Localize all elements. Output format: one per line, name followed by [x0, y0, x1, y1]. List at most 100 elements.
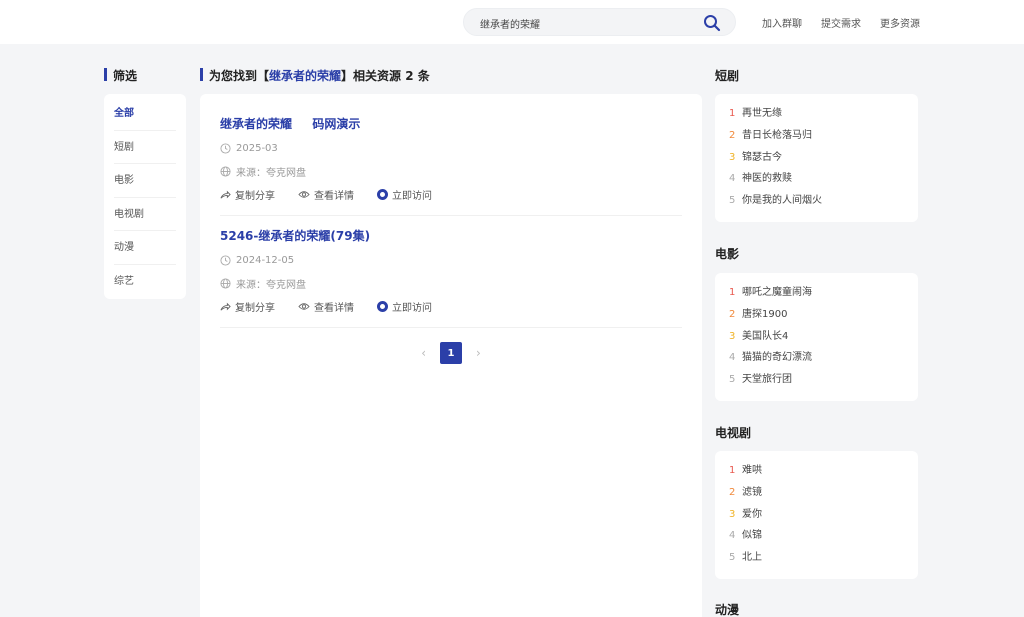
page-button-current[interactable]: 1	[440, 342, 462, 364]
filter-item-anime[interactable]: 动漫	[114, 231, 176, 265]
rank-number: 2	[729, 308, 736, 320]
result-source: 来源：夸克网盘	[220, 164, 682, 179]
search-icon	[704, 15, 721, 32]
ranking-item[interactable]: 3 锦瑟古今	[729, 147, 904, 169]
view-detail-button[interactable]: 查看详情	[298, 187, 354, 202]
filter-item-tv-series[interactable]: 电视剧	[114, 198, 176, 231]
copy-share-label: 复制分享	[235, 190, 275, 202]
eye-icon	[298, 190, 310, 198]
ranking-item[interactable]: 5 你是我的人间烟火	[729, 190, 904, 212]
next-page-button[interactable]: ›	[476, 346, 481, 360]
globe-icon	[220, 165, 231, 177]
view-detail-label: 查看详情	[314, 302, 354, 314]
rank-number: 3	[729, 151, 736, 163]
copy-share-button[interactable]: 复制分享	[220, 187, 275, 202]
ranking-item-title: 你是我的人间烟火	[742, 195, 822, 207]
top-bar: 加入群聊 提交需求 更多资源	[0, 0, 1024, 44]
ranking-item-title: 再世无缘	[742, 108, 782, 119]
visit-now-label: 立即访问	[392, 190, 432, 202]
results-panel: 继承者的荣耀 码网演示 2025-03 来源：夸克网盘 复制分享 查看详情 立即…	[200, 94, 702, 617]
ranking-item-title: 哪吒之魔童闹海	[742, 287, 812, 298]
result-actions: 复制分享 查看详情 立即访问	[220, 299, 682, 314]
ranking-item-title: 唐探1900	[742, 308, 788, 320]
ranking-item[interactable]: 1 哪吒之魔童闹海	[729, 282, 904, 304]
view-detail-button[interactable]: 查看详情	[298, 299, 354, 314]
ranking-title-anime: 动漫	[715, 603, 740, 617]
ranking-item[interactable]: 3 美国队长4	[729, 326, 904, 348]
ranking-item[interactable]: 5 天堂旅行团	[729, 369, 904, 391]
ranking-item-title: 美国队长4	[742, 330, 789, 342]
ranking-item-title: 爱你	[742, 508, 762, 520]
result-source: 来源：夸克网盘	[220, 276, 682, 291]
prev-page-button[interactable]: ‹	[421, 346, 426, 360]
result-source-text: 来源：夸克网盘	[236, 279, 306, 291]
ranking-item[interactable]: 2 唐探1900	[729, 304, 904, 326]
result-title[interactable]: 5246-继承者的荣耀(79集)	[220, 228, 682, 244]
ranking-item-title: 神医的救赎	[742, 173, 792, 185]
result-item: 5246-继承者的荣耀(79集) 2024-12-05 来源：夸克网盘 复制分享…	[220, 228, 682, 328]
search-input[interactable]	[480, 15, 700, 31]
visit-now-button[interactable]: 立即访问	[377, 187, 432, 202]
ranking-item-title: 北上	[742, 552, 762, 564]
ranking-item[interactable]: 5 北上	[729, 547, 904, 569]
ranking-item[interactable]: 4 猫猫的奇幻漂流	[729, 347, 904, 369]
ranking-item[interactable]: 1 再世无缘	[729, 103, 904, 125]
result-date-text: 2025-03	[236, 142, 278, 154]
summary-prefix: 为您找到【	[209, 69, 270, 83]
result-title[interactable]: 继承者的荣耀 码网演示	[220, 116, 682, 132]
result-actions: 复制分享 查看详情 立即访问	[220, 187, 682, 202]
ranking-item[interactable]: 1 难哄	[729, 460, 904, 482]
rank-number: 5	[729, 374, 736, 386]
rank-number: 1	[729, 287, 736, 298]
ranking-list-tv-series: 1 难哄 2 滤镜 3 爱你 4 似锦 5 北上	[715, 451, 918, 579]
filter-item-short-drama[interactable]: 短剧	[114, 131, 176, 164]
ranking-item-title: 滤镜	[742, 486, 762, 498]
rank-number: 3	[729, 508, 736, 520]
copy-share-label: 复制分享	[235, 302, 275, 314]
ranking-item-title: 似锦	[742, 530, 762, 542]
ranking-title-movie: 电影	[715, 247, 740, 261]
result-date-text: 2024-12-05	[236, 254, 295, 266]
ranking-item[interactable]: 4 似锦	[729, 525, 904, 547]
clock-icon	[220, 142, 231, 154]
copy-share-button[interactable]: 复制分享	[220, 299, 275, 314]
rank-number: 4	[729, 173, 736, 185]
ranking-item-title: 昔日长枪落马归	[742, 129, 812, 141]
visit-now-label: 立即访问	[392, 302, 432, 314]
more-resources-link[interactable]: 更多资源	[880, 15, 920, 30]
filter-list: 全部 短剧 电影 电视剧 动漫 综艺	[104, 94, 186, 299]
ranking-item-title: 天堂旅行团	[742, 374, 792, 386]
share-icon	[220, 302, 231, 310]
rank-number: 4	[729, 352, 736, 364]
filter-title: 筛选	[104, 67, 137, 84]
submit-request-link[interactable]: 提交需求	[821, 15, 861, 30]
ranking-item-title: 锦瑟古今	[742, 151, 782, 163]
filter-item-all[interactable]: 全部	[114, 97, 176, 131]
ranking-title-short-drama: 短剧	[715, 69, 740, 83]
search-box	[463, 8, 736, 36]
search-button[interactable]	[701, 12, 723, 34]
result-source-text: 来源：夸克网盘	[236, 167, 306, 179]
result-item: 继承者的荣耀 码网演示 2025-03 来源：夸克网盘 复制分享 查看详情 立即…	[220, 116, 682, 216]
filter-item-variety[interactable]: 综艺	[114, 265, 176, 299]
ranking-item[interactable]: 3 爱你	[729, 504, 904, 526]
ranking-item[interactable]: 2 滤镜	[729, 482, 904, 504]
rank-number: 1	[729, 465, 736, 476]
pagination: ‹ 1 ›	[200, 342, 702, 364]
ranking-list-short-drama: 1 再世无缘 2 昔日长枪落马归 3 锦瑟古今 4 神医的救赎 5 你是我的人间烟火	[715, 94, 918, 222]
ranking-item-title: 难哄	[742, 465, 762, 476]
join-group-link[interactable]: 加入群聊	[762, 15, 802, 30]
top-links: 加入群聊 提交需求 更多资源	[762, 15, 920, 30]
summary-keyword: 继承者的荣耀	[269, 69, 342, 83]
rank-number: 2	[729, 486, 736, 498]
results-summary: 为您找到【继承者的荣耀】相关资源 2 条	[200, 67, 430, 84]
ranking-item[interactable]: 2 昔日长枪落马归	[729, 125, 904, 147]
visit-now-button[interactable]: 立即访问	[377, 299, 432, 314]
ranking-item[interactable]: 4 神医的救赎	[729, 168, 904, 190]
visit-ring-icon	[377, 188, 388, 200]
summary-suffix: 】相关资源 2 条	[341, 69, 430, 83]
filter-item-movie[interactable]: 电影	[114, 164, 176, 198]
rank-number: 5	[729, 552, 736, 564]
rank-number: 2	[729, 129, 736, 141]
ranking-list-movie: 1 哪吒之魔童闹海 2 唐探1900 3 美国队长4 4 猫猫的奇幻漂流 5 天堂旅行团	[715, 273, 918, 401]
